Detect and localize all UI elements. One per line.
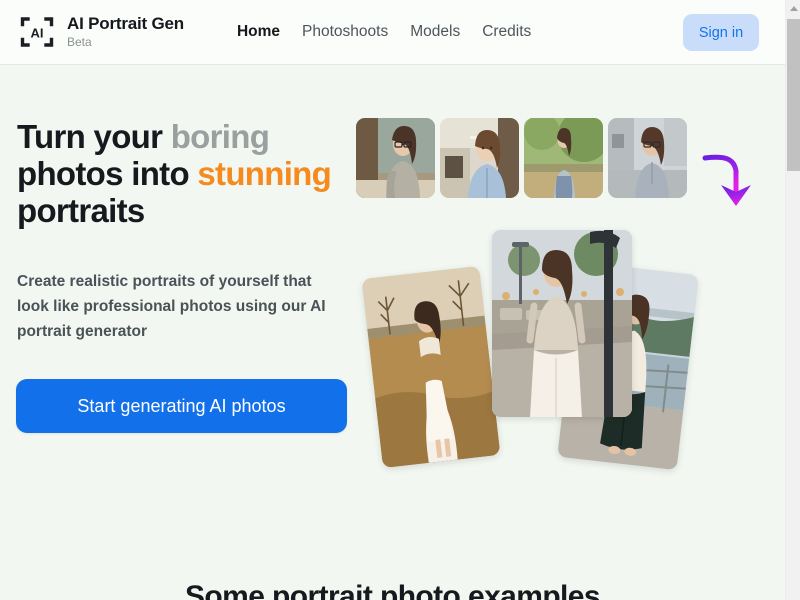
page-scrollbar[interactable] (785, 0, 800, 600)
scroll-up-arrow-icon[interactable] (786, 0, 800, 16)
heading-text-part-3: portraits (17, 192, 145, 229)
brand[interactable]: AI AI Portrait Gen Beta (18, 13, 184, 51)
brand-text: AI Portrait Gen Beta (67, 14, 184, 50)
heading-highlight-stunning: stunning (197, 155, 332, 192)
site-header: AI AI Portrait Gen Beta Home Photoshoots… (0, 0, 785, 65)
ai-frame-logo-icon: AI (18, 13, 56, 51)
thumbnail-photo-2[interactable] (440, 118, 519, 198)
section-heading-examples: Some portrait photo examples (185, 580, 601, 600)
heading-highlight-boring: boring (170, 118, 270, 155)
brand-title: AI Portrait Gen (67, 14, 184, 33)
sign-in-button[interactable]: Sign in (683, 14, 759, 51)
main-navigation: Home Photoshoots Models Credits (237, 23, 531, 41)
nav-link-credits[interactable]: Credits (482, 23, 531, 41)
heading-text-part-1: Turn your (17, 118, 171, 155)
scrollbar-thumb[interactable] (787, 19, 800, 171)
svg-text:AI: AI (31, 26, 44, 41)
curved-down-arrow-icon (700, 143, 772, 213)
thumbnail-photo-3[interactable] (524, 118, 603, 198)
collage-photo-left[interactable] (361, 265, 501, 469)
page-title: Turn your boring photos into stunning po… (17, 118, 347, 229)
nav-link-home[interactable]: Home (237, 23, 280, 41)
thumbnail-photo-1[interactable] (356, 118, 435, 198)
hero-subheading: Create realistic portraits of yourself t… (17, 273, 326, 340)
nav-link-photoshoots[interactable]: Photoshoots (302, 23, 388, 41)
sample-thumbnail-strip (356, 118, 687, 198)
heading-text-part-2: photos into (17, 155, 198, 192)
start-generating-button[interactable]: Start generating AI photos (16, 379, 347, 433)
thumbnail-photo-4[interactable] (608, 118, 687, 198)
nav-link-models[interactable]: Models (410, 23, 460, 41)
hero-photo-collage (361, 225, 715, 475)
collage-photo-center[interactable] (492, 230, 632, 417)
brand-beta-badge: Beta (67, 35, 92, 49)
browser-viewport: AI AI Portrait Gen Beta Home Photoshoots… (0, 0, 800, 600)
